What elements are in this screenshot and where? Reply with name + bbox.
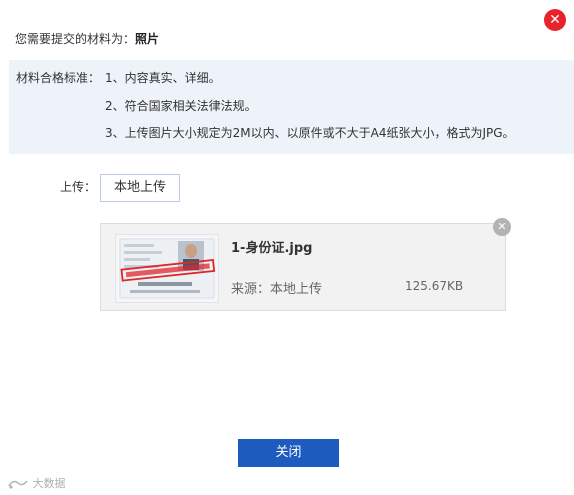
title-value: 照片: [135, 32, 160, 46]
required-material-title: 您需要提交的材料为：照片: [15, 30, 159, 47]
watermark-text: 大数据: [32, 477, 66, 490]
close-button[interactable]: 关闭: [238, 439, 339, 467]
criteria-panel: 材料合格标准： 1、内容真实、详细。 2、符合国家相关法律法规。 3、上传图片大…: [9, 60, 574, 154]
criteria-item-1: 1、内容真实、详细。: [105, 71, 221, 85]
close-dialog-icon[interactable]: ✕: [544, 9, 566, 31]
criteria-item-2: 2、符合国家相关法律法规。: [105, 99, 257, 113]
file-size: 125.67KB: [405, 279, 464, 293]
file-name: 1-身份证.jpg: [231, 241, 313, 256]
watermark-logo: 大数据: [7, 475, 66, 491]
local-upload-button[interactable]: 本地上传: [100, 174, 180, 202]
file-thumbnail[interactable]: [115, 234, 219, 303]
upload-label: 上传：: [60, 180, 97, 194]
criteria-label: 材料合格标准：: [16, 71, 101, 85]
criteria-item-3: 3、上传图片大小规定为2M以内、以原件或不大于A4纸张大小，格式为JPG。: [105, 126, 515, 140]
file-source: 来源：本地上传: [231, 282, 323, 297]
uploaded-file-card: 1-身份证.jpg 来源：本地上传 125.67KB: [100, 223, 506, 311]
watermark-icon: [8, 480, 28, 489]
title-prefix: 您需要提交的材料为：: [15, 32, 136, 46]
remove-file-icon[interactable]: ✕: [493, 218, 511, 236]
id-card-thumbnail-image: [116, 235, 218, 302]
